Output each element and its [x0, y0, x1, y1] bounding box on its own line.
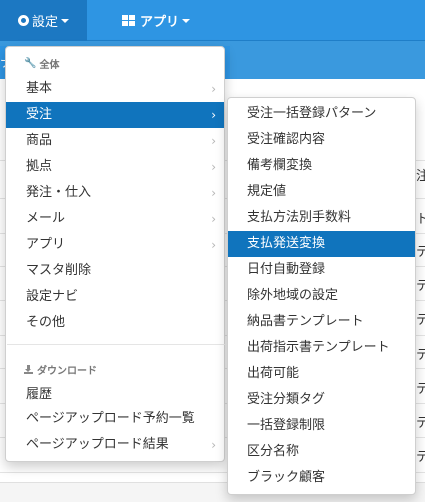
background-cell: テ	[416, 348, 425, 363]
caret-down-icon	[182, 18, 190, 23]
submenu-item[interactable]: 日付自動登録	[228, 257, 415, 283]
menu-item-settings-navi[interactable]: 設定ナビ	[6, 284, 224, 310]
menu-item-label: 商品	[26, 133, 53, 148]
grid-icon	[121, 15, 135, 26]
menu-item-products[interactable]: 商品 ›	[6, 128, 224, 154]
menu-item-apps[interactable]: アプリ ›	[6, 232, 224, 258]
menu-item-label: その他	[26, 315, 66, 330]
menu-divider	[7, 344, 225, 345]
menu-item-label: ページアップロード予約一覧	[26, 411, 195, 426]
submenu-item[interactable]: ブラック顧客	[228, 465, 415, 491]
menu-item-label: 基本	[26, 81, 53, 96]
apps-label: アプリ	[139, 15, 179, 30]
chevron-right-icon: ›	[211, 82, 216, 96]
submenu-item[interactable]: 一括登録制限	[228, 413, 415, 439]
menu-item-other[interactable]: その他	[6, 310, 224, 336]
caret-down-icon	[61, 18, 69, 23]
submenu-item[interactable]: 規定値	[228, 179, 415, 205]
chevron-right-icon: ›	[211, 438, 216, 452]
submenu-item[interactable]: 除外地域の設定	[228, 283, 415, 309]
section-header-all-label: 全体	[39, 60, 60, 71]
submenu-item[interactable]: 出荷指示書テンプレート	[228, 335, 415, 361]
menu-item-label: 拠点	[26, 159, 53, 174]
submenu-item[interactable]: 納品書テンプレート	[228, 309, 415, 335]
submenu-item-active[interactable]: 支払発送変換	[228, 231, 415, 257]
submenu-item[interactable]: 出荷可能	[228, 361, 415, 387]
background-cell: テ	[416, 245, 425, 260]
menu-item-history[interactable]: 履歴	[6, 382, 224, 408]
settings-dropdown-menu: 🔧 全体 基本 › 受注 › 商品 › 拠点 › 発注・仕入 › メール › ア…	[5, 46, 225, 462]
section-header-all: 🔧 全体	[24, 56, 59, 71]
chevron-right-icon: ›	[211, 134, 216, 148]
menu-item-locations[interactable]: 拠点 ›	[6, 154, 224, 180]
orders-submenu: 受注一括登録パターン 受注確認内容 備考欄変換 規定値 支払方法別手数料 支払発…	[227, 97, 416, 495]
chevron-right-icon: ›	[211, 212, 216, 226]
chevron-right-icon: ›	[211, 186, 216, 200]
settings-label: 設定	[31, 15, 58, 30]
background-cell: テ	[416, 382, 425, 397]
settings-menu-button[interactable]: 設定	[0, 0, 87, 41]
top-navbar: 設定 アプリ	[0, 0, 425, 41]
submenu-item[interactable]: 受注分類タグ	[228, 387, 415, 413]
menu-item-orders[interactable]: 受注 ›	[6, 102, 224, 128]
submenu-item[interactable]: 受注確認内容	[228, 127, 415, 153]
background-cell: テ	[416, 313, 425, 328]
menu-item-label: アプリ	[26, 237, 66, 252]
menu-item-master-delete[interactable]: マスタ削除	[6, 258, 224, 284]
chevron-right-icon: ›	[211, 160, 216, 174]
section-header-download-label: ダウンロード	[37, 366, 97, 377]
submenu-item[interactable]: 備考欄変換	[228, 153, 415, 179]
submenu-item[interactable]: 受注一括登録パターン	[228, 101, 415, 127]
wrench-icon: 🔧	[24, 58, 37, 69]
background-cell: テ	[416, 279, 425, 294]
download-icon	[24, 365, 33, 374]
menu-item-basic[interactable]: 基本 ›	[6, 76, 224, 102]
menu-item-upload-reservations[interactable]: ページアップロード予約一覧	[6, 406, 224, 432]
section-header-download: ダウンロード	[24, 362, 97, 377]
menu-item-label: 設定ナビ	[26, 289, 79, 304]
background-cell: テ	[416, 450, 425, 465]
menu-item-purchasing[interactable]: 発注・仕入 ›	[6, 180, 224, 206]
background-cell: ト	[416, 212, 425, 227]
gear-icon	[17, 15, 29, 26]
menu-item-label: 発注・仕入	[26, 185, 92, 200]
submenu-item[interactable]: 区分名称	[228, 439, 415, 465]
menu-item-label: 履歴	[26, 387, 53, 402]
menu-item-mail[interactable]: メール ›	[6, 206, 224, 232]
menu-item-label: ページアップロード結果	[26, 437, 169, 452]
background-cell: 注	[416, 169, 425, 184]
background-cell: テ	[416, 416, 425, 431]
menu-item-label: マスタ削除	[26, 263, 92, 278]
apps-menu-button[interactable]: アプリ	[104, 0, 208, 41]
menu-item-label: メール	[26, 211, 66, 226]
menu-item-label: 受注	[26, 107, 53, 122]
chevron-right-icon: ›	[211, 108, 216, 122]
submenu-item[interactable]: 支払方法別手数料	[228, 205, 415, 231]
menu-item-upload-results[interactable]: ページアップロード結果 ›	[6, 432, 224, 458]
chevron-right-icon: ›	[211, 238, 216, 252]
